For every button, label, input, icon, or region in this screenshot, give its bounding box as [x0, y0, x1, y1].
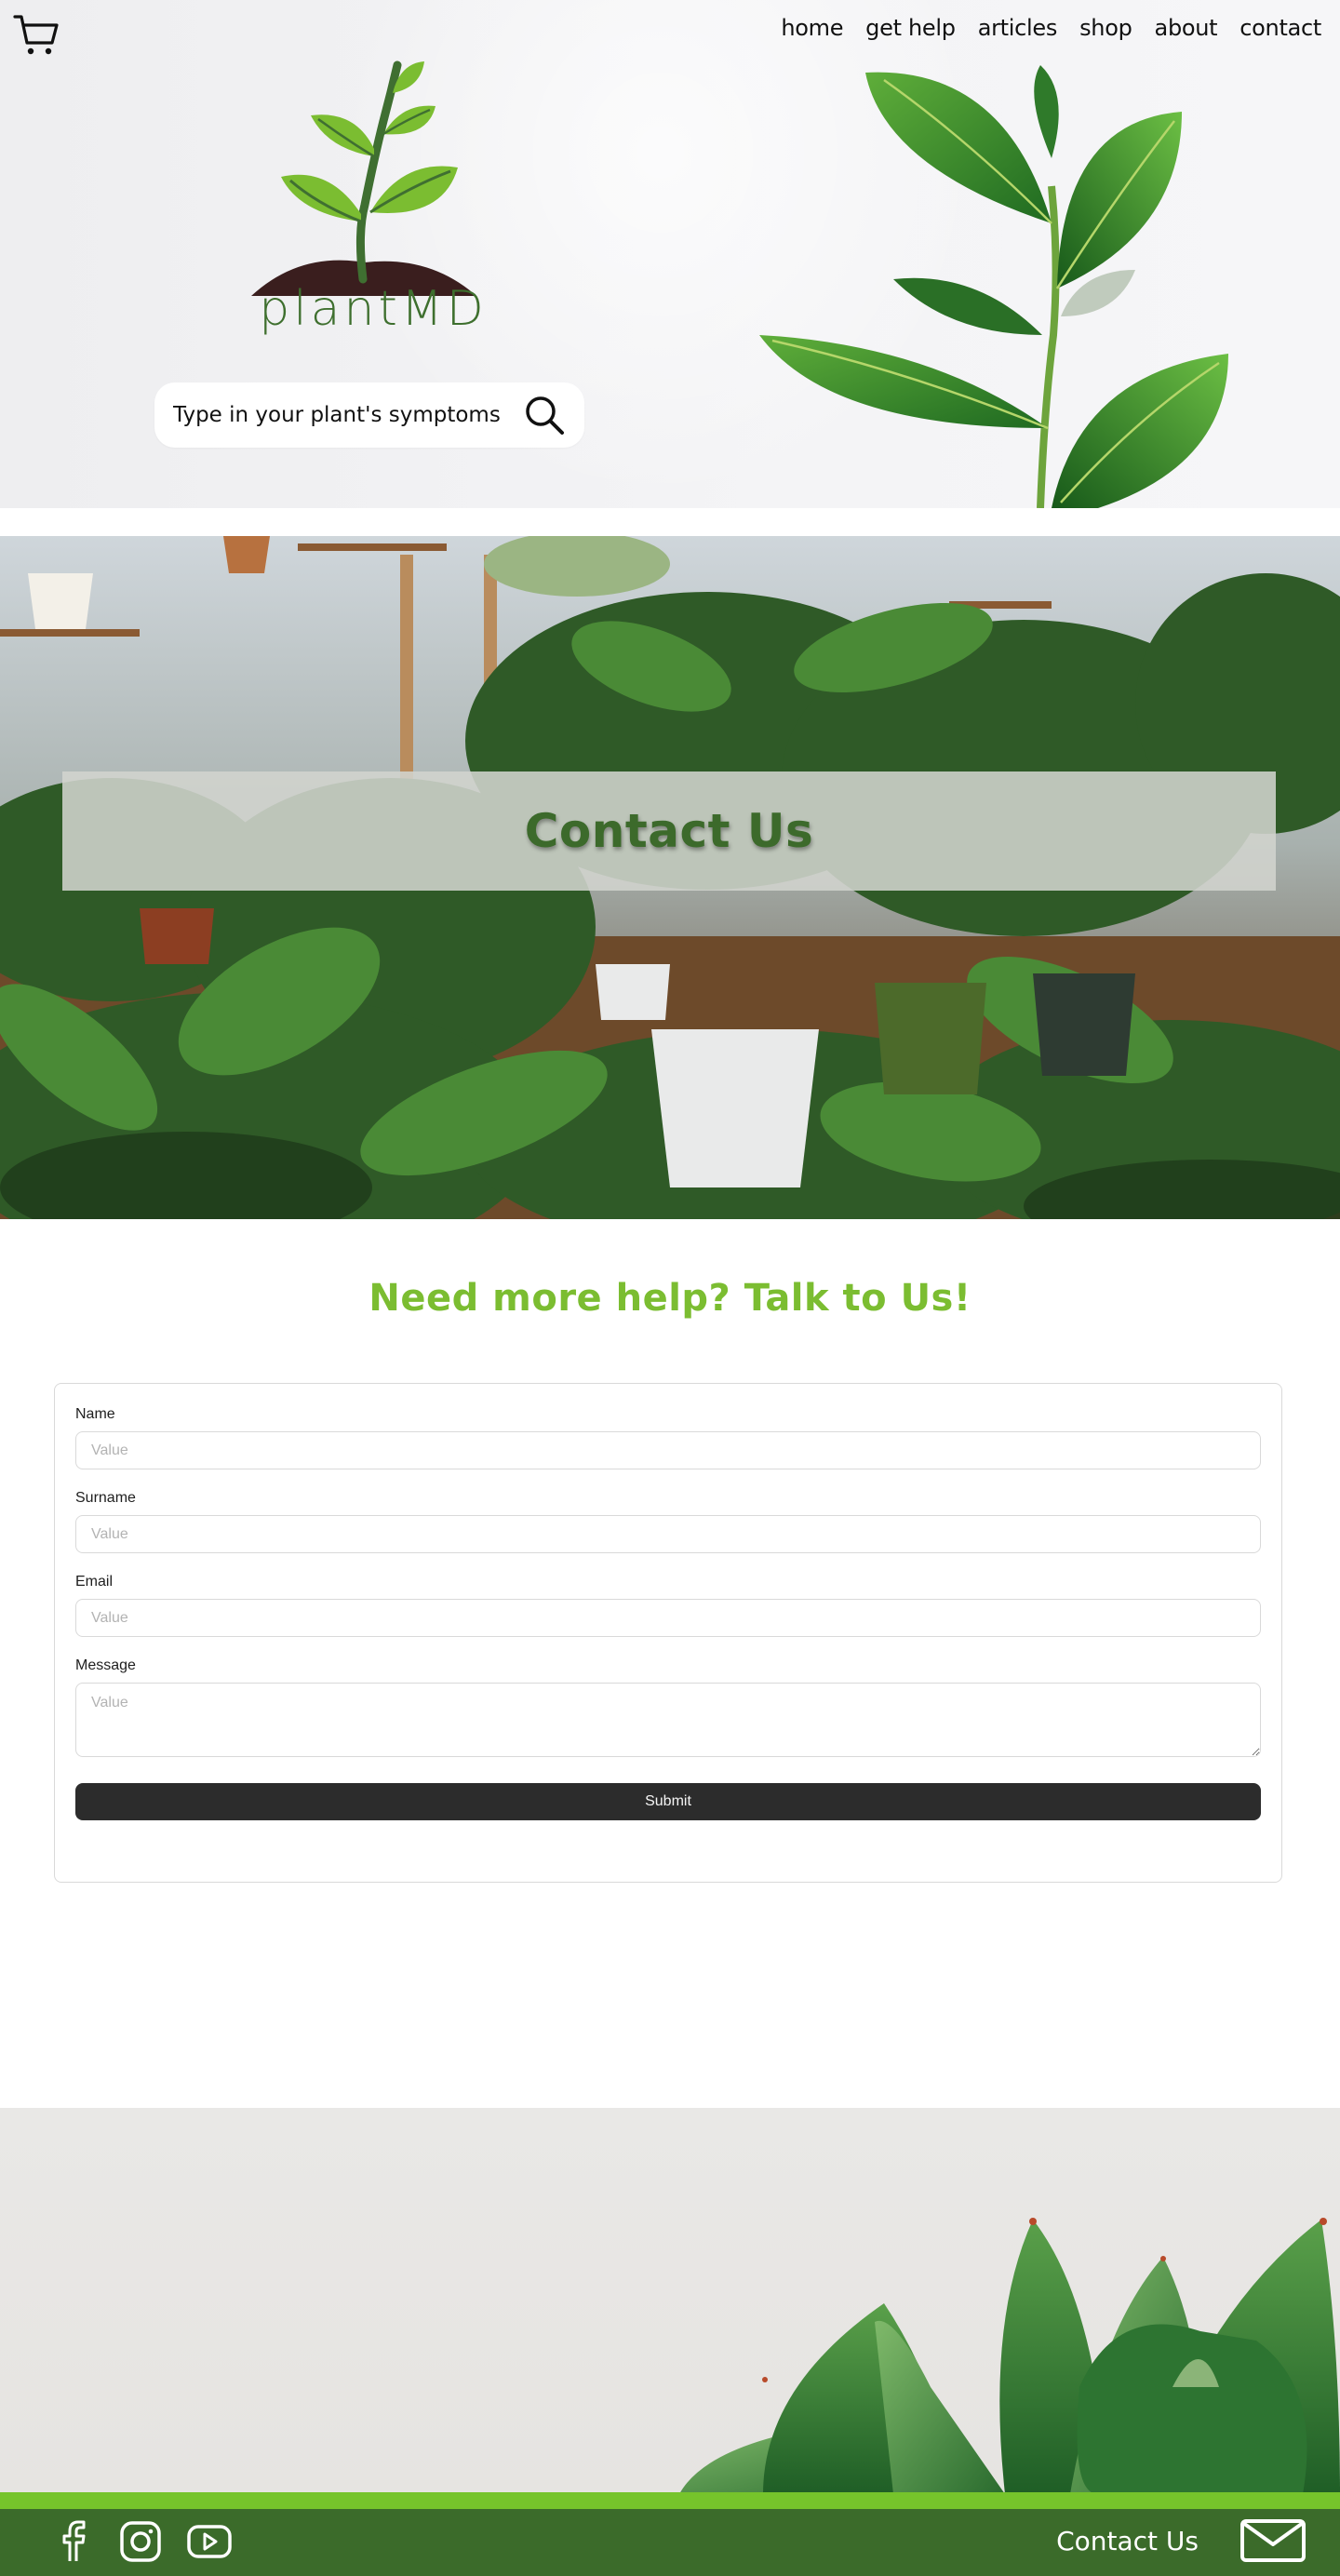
- hero-header: home get help articles shop about contac…: [0, 0, 1340, 508]
- banner-title-box: Contact Us: [62, 771, 1276, 891]
- search-icon[interactable]: [523, 394, 566, 436]
- banner-title: Contact Us: [524, 804, 814, 858]
- contact-form: Name Surname Email Message Submit: [54, 1383, 1282, 1883]
- email-field-group: Email: [75, 1574, 1261, 1637]
- surname-label: Surname: [75, 1490, 136, 1506]
- surname-input[interactable]: [75, 1515, 1261, 1553]
- rubber-plant-image: [759, 65, 1228, 508]
- symptom-search-bar: [154, 382, 584, 448]
- contact-banner: Contact Us: [0, 536, 1340, 1219]
- message-textarea[interactable]: [75, 1683, 1261, 1757]
- nav-articles[interactable]: articles: [967, 13, 1068, 43]
- message-field-group: Message: [75, 1657, 1261, 1761]
- email-input[interactable]: [75, 1599, 1261, 1637]
- footer-contact-link[interactable]: Contact Us: [1056, 2518, 1306, 2563]
- nav-get-help[interactable]: get help: [854, 13, 967, 43]
- name-field-group: Name: [75, 1406, 1261, 1469]
- cart-icon[interactable]: [13, 13, 60, 58]
- nav-contact[interactable]: contact: [1228, 13, 1333, 43]
- help-heading: Need more help? Talk to Us!: [368, 1277, 972, 1320]
- nav-shop[interactable]: shop: [1068, 13, 1143, 43]
- submit-button[interactable]: Submit: [75, 1783, 1261, 1820]
- message-label: Message: [75, 1657, 136, 1673]
- name-input[interactable]: [75, 1431, 1261, 1469]
- succulent-image: [679, 2218, 1340, 2494]
- footer: Contact Us: [0, 2509, 1340, 2576]
- brand-name: plantMD: [259, 281, 488, 337]
- name-label: Name: [75, 1406, 115, 1422]
- footer-contact-label: Contact Us: [1056, 2525, 1199, 2556]
- mail-icon: [1240, 2519, 1306, 2562]
- facebook-icon[interactable]: [52, 2520, 95, 2563]
- main-nav: home get help articles shop about contac…: [770, 13, 1333, 43]
- nav-home[interactable]: home: [770, 13, 854, 43]
- nav-about[interactable]: about: [1144, 13, 1229, 43]
- social-links: [52, 2520, 233, 2563]
- succulent-photo: [0, 2108, 1340, 2494]
- surname-field-group: Surname: [75, 1490, 1261, 1553]
- symptom-search-input[interactable]: [173, 403, 523, 427]
- instagram-icon[interactable]: [119, 2520, 162, 2563]
- email-label: Email: [75, 1574, 114, 1590]
- youtube-icon[interactable]: [186, 2520, 233, 2563]
- footer-accent-strip: [0, 2492, 1340, 2509]
